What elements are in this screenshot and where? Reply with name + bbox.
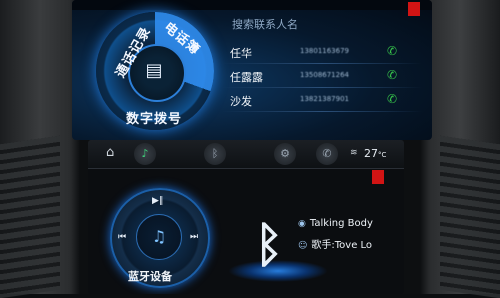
left-air-vent bbox=[0, 135, 60, 298]
contact-number: 13821387901 bbox=[300, 95, 349, 103]
contact-name: 任华 bbox=[230, 47, 252, 60]
row-divider bbox=[222, 111, 422, 112]
contact-row[interactable]: 任华 13801163679 ✆ bbox=[222, 42, 422, 64]
user-icon: ☺ bbox=[298, 241, 308, 251]
right-air-vent bbox=[440, 135, 500, 298]
track-title: ◉ Talking Body bbox=[298, 218, 373, 229]
contact-row[interactable]: 沙发 13821387901 ✆ bbox=[222, 90, 422, 112]
upper-display: ▤ 通话记录 电话簿 数字拨号 搜索联系人名 任华 13801163679 ✆ … bbox=[72, 0, 432, 140]
phone-dial[interactable]: ▤ 通话记录 电话簿 数字拨号 bbox=[96, 12, 214, 130]
phone-icon[interactable]: ✆ bbox=[387, 92, 397, 106]
artist-name: ☺ 歌手:Tove Lo bbox=[298, 240, 373, 251]
row-divider bbox=[222, 87, 422, 88]
phone-icon[interactable]: ✆ bbox=[387, 68, 397, 82]
phone-icon[interactable]: ✆ bbox=[387, 44, 397, 58]
bluetooth-audio-logo-icon: ᛒ bbox=[254, 217, 284, 273]
row-divider bbox=[222, 63, 422, 64]
contact-search-input[interactable]: 搜索联系人名 bbox=[232, 16, 298, 32]
alert-indicator bbox=[372, 170, 384, 184]
car-settings-icon[interactable]: ⚙ bbox=[274, 143, 296, 165]
phone-icon[interactable]: ✆ bbox=[316, 143, 338, 165]
lower-display: ⌂ ♪ ᛒ ⚙ ✆ ≋ 27°C ♫ ▶‖ ⏮ ⏭ 蓝牙设备 ᛒ ◉ Talkin… bbox=[88, 140, 404, 294]
temperature-readout: 27°C bbox=[364, 147, 387, 160]
previous-track-button[interactable]: ⏮ bbox=[118, 232, 126, 242]
music-icon: ◉ bbox=[298, 219, 306, 229]
contact-card-icon: ▤ bbox=[145, 60, 163, 81]
signal-icon: ≋ bbox=[350, 148, 358, 158]
next-track-button[interactable]: ⏭ bbox=[190, 232, 198, 242]
bluetooth-device-label[interactable]: 蓝牙设备 bbox=[128, 268, 172, 284]
contact-name: 沙发 bbox=[230, 95, 252, 108]
contact-row[interactable]: 任露露 13508671264 ✆ bbox=[222, 66, 422, 88]
music-note-icon[interactable]: ♫ bbox=[136, 214, 182, 260]
contact-number: 13801163679 bbox=[300, 47, 349, 55]
top-status-band bbox=[72, 0, 432, 10]
home-icon[interactable]: ⌂ bbox=[106, 145, 114, 160]
nav-bar: ⌂ ♪ ᛒ ⚙ ✆ ≋ 27°C bbox=[88, 140, 404, 169]
music-icon[interactable]: ♪ bbox=[134, 143, 156, 165]
play-pause-button[interactable]: ▶‖ bbox=[152, 196, 163, 206]
bluetooth-icon[interactable]: ᛒ bbox=[204, 143, 226, 165]
contact-number: 13508671264 bbox=[300, 71, 349, 79]
dialpad-label[interactable]: 数字拨号 bbox=[126, 108, 182, 127]
alert-indicator bbox=[408, 2, 420, 16]
contact-name: 任露露 bbox=[230, 71, 263, 84]
